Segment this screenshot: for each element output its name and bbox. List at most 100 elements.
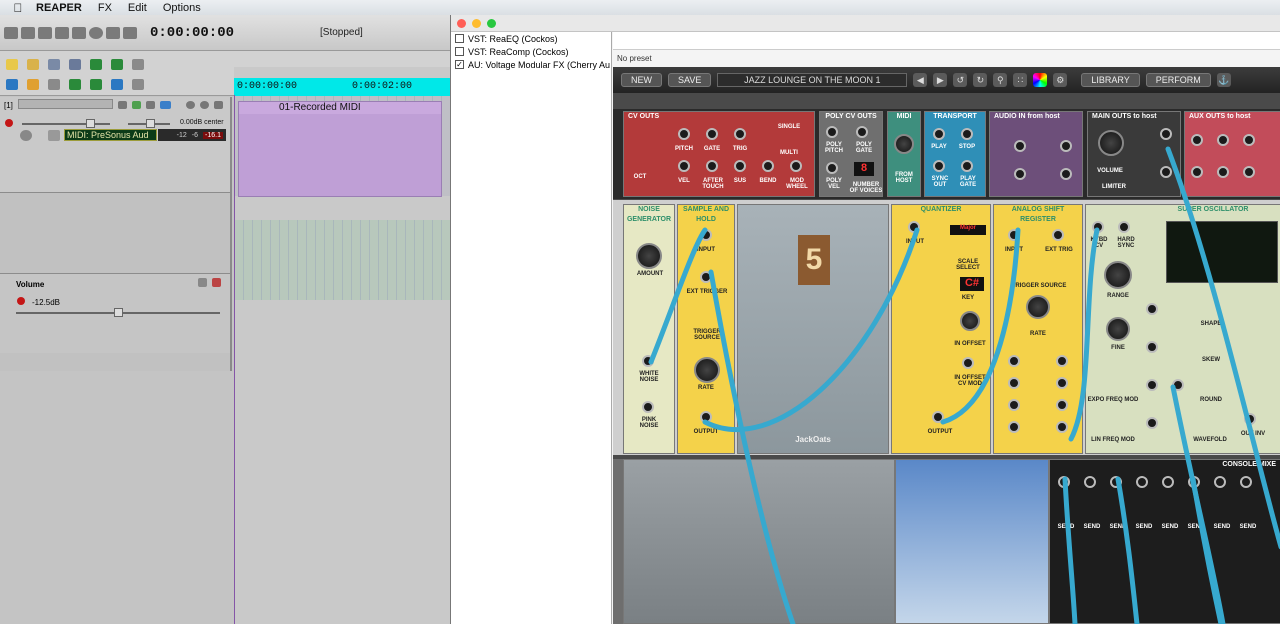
pink-noise-jack[interactable] (642, 401, 654, 413)
audio-in-2l-jack[interactable] (1060, 140, 1072, 152)
menu-edit[interactable]: Edit (128, 2, 147, 14)
osc-cv-in-3-jack[interactable] (1146, 379, 1158, 391)
cable-grid-icon[interactable]: ∷ (1013, 73, 1028, 87)
play-jack[interactable] (933, 128, 945, 140)
phase-icon[interactable] (214, 101, 223, 109)
asr-out-2-jack[interactable] (1008, 377, 1020, 389)
loop-points-icon[interactable] (69, 79, 81, 90)
arrange-view[interactable]: 0:00:00:00 0:00:02:00 01-Recorded MIDI (234, 67, 452, 624)
record-mode-icon[interactable] (48, 130, 60, 141)
open-project-icon[interactable] (27, 59, 39, 70)
volume-slider[interactable] (22, 123, 110, 125)
sync-out-jack[interactable] (933, 160, 945, 172)
mixer-in-2-jack[interactable] (1084, 476, 1096, 488)
envelope-arm-button[interactable] (17, 297, 25, 305)
in-offset-knob[interactable] (960, 311, 980, 331)
save-project-icon[interactable] (48, 59, 60, 70)
record-arm-button[interactable] (5, 119, 13, 127)
fx-enable-checkbox[interactable] (455, 34, 464, 43)
menu-fx[interactable]: FX (98, 2, 112, 14)
io-icon[interactable] (132, 101, 141, 109)
osc-out-jack[interactable] (1244, 413, 1256, 425)
envelope-icon[interactable] (146, 101, 155, 109)
main-out-l-jack[interactable] (1160, 128, 1172, 140)
vm-new-button[interactable]: NEW (621, 73, 662, 87)
asr-out-6-jack[interactable] (1056, 377, 1068, 389)
white-noise-jack[interactable] (642, 355, 654, 367)
repeat-icon[interactable] (106, 26, 120, 39)
close-window-button[interactable] (457, 18, 466, 28)
record-monitor-icon[interactable] (20, 130, 32, 141)
voltage-modular-plugin[interactable]: NEW SAVE JAZZ LOUNGE ON THE MOON 1 ◀ ▶ ↺… (613, 67, 1280, 624)
aux-3r-jack[interactable] (1217, 166, 1229, 178)
osc-cv-in-4-jack[interactable] (1146, 417, 1158, 429)
mixer-in-7-jack[interactable] (1214, 476, 1226, 488)
mod-wheel-jack[interactable] (790, 160, 802, 172)
play-icon[interactable] (21, 26, 35, 39)
amount-knob[interactable] (636, 243, 662, 269)
fx-item-reacomp[interactable]: VST: ReaComp (Cockos) (451, 45, 611, 58)
timeline-ruler[interactable]: 0:00:00:00 0:00:02:00 (234, 78, 452, 96)
asr-out-8-jack[interactable] (1056, 421, 1068, 433)
in-offset-cv-jack[interactable] (962, 357, 974, 369)
color-wheel-icon[interactable] (1033, 73, 1048, 87)
poly-vel-jack[interactable] (826, 162, 838, 174)
pitch-jack[interactable] (678, 128, 690, 140)
sh-trigger-jack[interactable] (700, 271, 712, 283)
metronome-icon[interactable] (123, 26, 137, 39)
midi-item[interactable]: 01-Recorded MIDI (238, 101, 442, 197)
main-volume-knob[interactable] (1098, 130, 1124, 156)
osc-cv-in-1-jack[interactable] (1146, 303, 1158, 315)
sh-rate-knob[interactable] (694, 357, 720, 383)
pan-slider-thumb[interactable] (146, 119, 155, 128)
stop-icon[interactable] (55, 26, 69, 39)
midi-input-selector[interactable]: MIDI: PreSonus Aud (64, 129, 157, 141)
menu-options[interactable]: Options (163, 2, 201, 14)
track-name-field[interactable] (18, 99, 113, 109)
poly-pitch-jack[interactable] (826, 126, 838, 138)
osc-cv-in-5-jack[interactable] (1172, 379, 1184, 391)
stop-jack[interactable] (961, 128, 973, 140)
envelope-mode-icon[interactable] (198, 278, 207, 287)
asr-out-7-jack[interactable] (1056, 399, 1068, 411)
cherry-logo-icon[interactable]: ⚓ (1216, 73, 1231, 87)
lock-icon[interactable] (132, 79, 144, 90)
envelope-slider-thumb[interactable] (114, 308, 123, 317)
mixer-in-8-jack[interactable] (1240, 476, 1252, 488)
metronome-toggle-icon[interactable] (132, 59, 144, 70)
aux-4l-jack[interactable] (1243, 134, 1255, 146)
asr-out-4-jack[interactable] (1008, 421, 1020, 433)
snap-icon[interactable] (27, 79, 39, 90)
zoom-icon[interactable]: ⚲ (993, 73, 1008, 87)
mixer-in-6-jack[interactable] (1188, 476, 1200, 488)
sus-jack[interactable] (734, 160, 746, 172)
undo-icon[interactable] (90, 59, 102, 70)
fx-button[interactable] (160, 101, 171, 109)
project-settings-icon[interactable] (69, 59, 81, 70)
track-lane-envelope[interactable] (234, 220, 452, 300)
vel-jack[interactable] (678, 160, 690, 172)
vm-patch-name[interactable]: JAZZ LOUNGE ON THE MOON 1 (717, 73, 908, 87)
audio-in-1r-jack[interactable] (1014, 168, 1026, 180)
q-input-jack[interactable] (908, 221, 920, 233)
aftertouch-jack[interactable] (706, 160, 718, 172)
vm-perform-button[interactable]: PERFORM (1145, 73, 1211, 87)
sh-input-jack[interactable] (700, 229, 712, 241)
volume-envelope-lane[interactable]: Volume -12.5dB (0, 273, 230, 353)
fx-enable-checkbox[interactable]: ✓ (455, 60, 464, 69)
gate-jack[interactable] (706, 128, 718, 140)
hard-sync-jack[interactable] (1118, 221, 1130, 233)
aux-2r-jack[interactable] (1191, 166, 1203, 178)
vm-library-button[interactable]: LIBRARY (1081, 73, 1140, 87)
sh-output-jack[interactable] (700, 411, 712, 423)
folder-icon[interactable] (118, 101, 127, 109)
vm-save-button[interactable]: SAVE (668, 73, 712, 87)
prev-patch-icon[interactable]: ◀ (913, 73, 928, 87)
solo-icon[interactable] (200, 101, 209, 109)
record-icon[interactable] (89, 26, 103, 39)
redo-icon[interactable]: ↻ (973, 73, 988, 87)
trig-jack[interactable] (734, 128, 746, 140)
redo-icon[interactable] (111, 59, 123, 70)
asr-rate-knob[interactable] (1026, 295, 1050, 319)
bend-jack[interactable] (762, 160, 774, 172)
